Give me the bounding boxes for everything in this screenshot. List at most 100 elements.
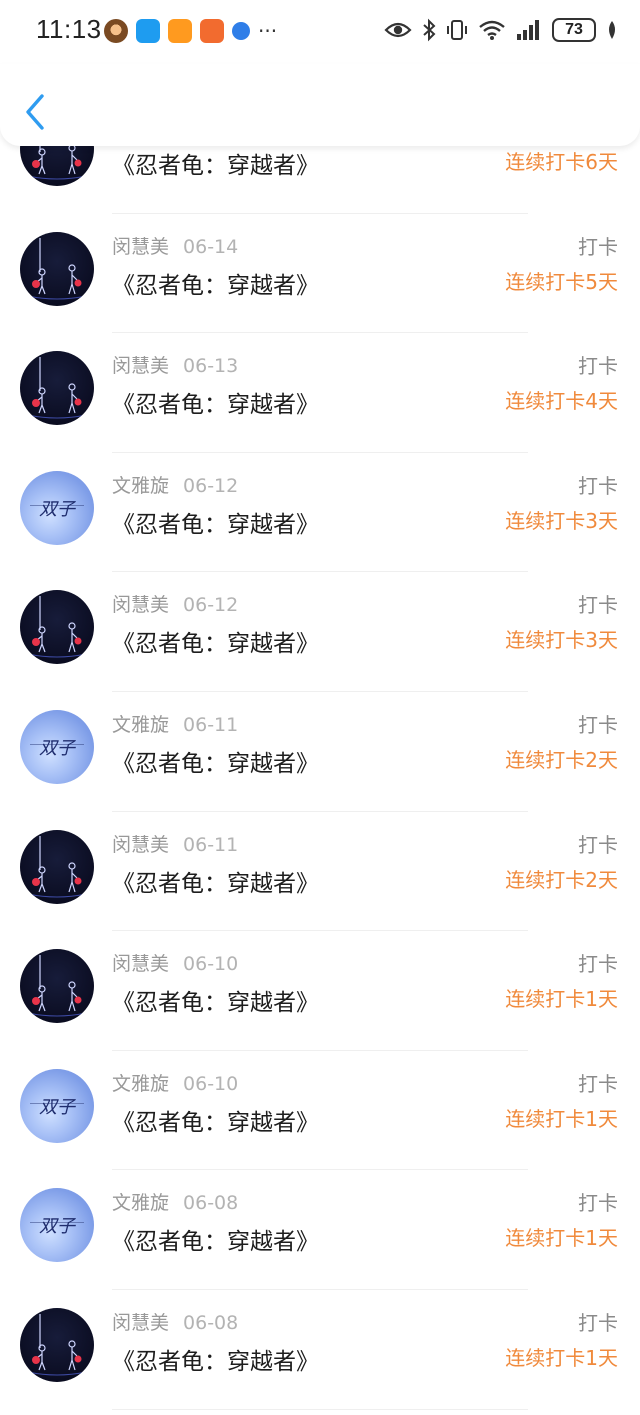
checkin-badge: 打卡 (578, 832, 618, 857)
avatar-text: 双子 (39, 1216, 77, 1237)
avatar-blue[interactable]: 双子 (20, 709, 94, 784)
checkin-badge: 打卡 (578, 952, 618, 977)
checkin-row[interactable]: 闵慧美 06-11 《忍者龟：穿越者》 打卡 连续打卡2天 (0, 812, 640, 932)
leaf-icon (606, 17, 618, 43)
user-name: 闵慧美 (112, 235, 170, 258)
streak-label: 连续打卡1天 (505, 1226, 618, 1251)
back-button[interactable] (22, 92, 50, 132)
row-meta: 文雅旋 06-12 (112, 471, 238, 498)
avatar-text: 双子 (39, 1097, 77, 1118)
user-name: 闵慧美 (112, 1311, 170, 1334)
book-title: 《忍者龟：穿越者》 (112, 272, 319, 299)
bluetooth-icon (422, 17, 436, 43)
browser-app-icon (232, 22, 250, 40)
post-date: 06-14 (183, 235, 239, 258)
checkin-badge: 打卡 (578, 473, 618, 498)
avatar-text: 双子 (39, 738, 77, 759)
post-date: 06-10 (183, 953, 239, 976)
checkin-badge: 打卡 (578, 354, 618, 379)
book-title: 《忍者龟：穿越者》 (112, 990, 319, 1017)
streak-label: 连续打卡3天 (505, 508, 618, 533)
post-date: 06-10 (183, 1072, 239, 1095)
checkin-row[interactable]: 闵慧美 06-10 《忍者龟：穿越者》 打卡 连续打卡1天 (0, 931, 640, 1051)
eye-icon (384, 17, 412, 43)
user-name: 文雅旋 (112, 474, 170, 497)
post-date: 06-11 (183, 713, 239, 736)
book-title: 《忍者龟：穿越者》 (112, 1229, 319, 1256)
checkin-row[interactable]: 闵慧美 06-14 《忍者龟：穿越者》 打卡 连续打卡5天 (0, 214, 640, 334)
row-meta: 闵慧美 06-08 (112, 1308, 238, 1335)
chevron-left-icon (26, 94, 44, 130)
user-name: 文雅旋 (112, 1072, 170, 1095)
notification-icons: ··· (104, 19, 277, 43)
post-date: 06-08 (183, 1192, 239, 1215)
wifi-icon (478, 17, 506, 43)
user-name: 文雅旋 (112, 713, 170, 736)
user-name: 闵慧美 (112, 833, 170, 856)
book-title: 《忍者龟：穿越者》 (112, 392, 319, 419)
book-title: 《忍者龟：穿越者》 (112, 1109, 319, 1136)
post-date: 06-13 (183, 355, 239, 378)
row-meta: 闵慧美 06-13 (112, 351, 238, 378)
status-time: 11:13 (36, 14, 102, 44)
checkin-row[interactable]: 双子 文雅旋 06-11 《忍者龟：穿越者》 打卡 连续打卡2天 (0, 692, 640, 812)
checkin-row[interactable]: 闵慧美 06-12 《忍者龟：穿越者》 打卡 连续打卡3天 (0, 572, 640, 692)
avatar-dark[interactable] (20, 351, 94, 426)
checkin-badge: 打卡 (578, 593, 618, 618)
checkin-row[interactable]: 双子 文雅旋 06-10 《忍者龟：穿越者》 打卡 连续打卡1天 (0, 1051, 640, 1171)
book-title: 《忍者龟：穿越者》 (112, 511, 319, 538)
checkin-list: 闵慧美今天 03:46 《忍者龟：穿越者》 打卡 连续打卡6天 闵慧美 06-14… (0, 146, 640, 1415)
avatar-dark[interactable] (20, 146, 94, 186)
checkin-badge: 打卡 (578, 1191, 618, 1216)
streak-label: 连续打卡2天 (505, 867, 618, 892)
navigation-bar (0, 64, 640, 146)
status-bar: 11:13 ··· 73 (0, 0, 640, 64)
more-notifications-icon: ··· (258, 19, 278, 43)
avatar-dark[interactable] (20, 231, 94, 306)
streak-label: 连续打卡1天 (505, 1345, 618, 1370)
streak-label: 连续打卡1天 (505, 1106, 618, 1131)
row-meta: 文雅旋 06-11 (112, 710, 238, 737)
streak-label: 连续打卡6天 (505, 150, 618, 174)
avatar-dark[interactable] (20, 829, 94, 904)
book-title: 《忍者龟：穿越者》 (112, 870, 319, 897)
book-title: 《忍者龟：穿越者》 (112, 153, 319, 179)
row-meta: 文雅旋 06-08 (112, 1188, 238, 1215)
vibrate-icon (446, 17, 468, 43)
book-title: 《忍者龟：穿越者》 (112, 750, 319, 777)
streak-label: 连续打卡2天 (505, 747, 618, 772)
checkin-badge: 打卡 (578, 712, 618, 737)
streak-label: 连续打卡1天 (505, 987, 618, 1012)
avatar-blue[interactable]: 双子 (20, 470, 94, 545)
checkin-row[interactable]: 闵慧美 06-13 《忍者龟：穿越者》 打卡 连续打卡4天 (0, 333, 640, 453)
checkin-row[interactable]: 闵慧美 06-08 《忍者龟：穿越者》 打卡 连续打卡1天 (0, 1290, 640, 1410)
checkin-row[interactable]: 闵慧美今天 03:46 《忍者龟：穿越者》 打卡 连续打卡6天 (0, 146, 640, 214)
post-date: 06-12 (183, 594, 239, 617)
checkin-list-inner: 闵慧美今天 03:46 《忍者龟：穿越者》 打卡 连续打卡6天 闵慧美 06-14… (0, 146, 640, 1410)
row-meta: 闵慧美 06-11 (112, 830, 238, 857)
book-title: 《忍者龟：穿越者》 (112, 1348, 319, 1375)
avatar-blue[interactable]: 双子 (20, 1188, 94, 1263)
monkey-app-icon (104, 19, 128, 43)
user-name: 闵慧美 (112, 953, 170, 976)
checkin-badge: 打卡 (578, 1310, 618, 1335)
checkin-row[interactable]: 双子 文雅旋 06-12 《忍者龟：穿越者》 打卡 连续打卡3天 (0, 453, 640, 573)
book-title: 《忍者龟：穿越者》 (112, 631, 319, 658)
system-status-icons: 73 (384, 17, 618, 43)
checkin-badge: 打卡 (578, 1071, 618, 1096)
battery-icon: 73 (552, 18, 596, 42)
checkin-badge: 打卡 (578, 234, 618, 259)
avatar-dark[interactable] (20, 590, 94, 665)
user-name: 文雅旋 (112, 1192, 170, 1215)
avatar-dark[interactable] (20, 1307, 94, 1382)
avatar-dark[interactable] (20, 949, 94, 1024)
row-meta: 闵慧美 06-10 (112, 949, 238, 976)
checkin-row[interactable]: 双子 文雅旋 06-08 《忍者龟：穿越者》 打卡 连续打卡1天 (0, 1170, 640, 1290)
chat-app-icon (136, 19, 160, 43)
note-app-icon (168, 19, 192, 43)
signal-icon (516, 17, 542, 43)
post-date: 06-12 (183, 474, 239, 497)
user-name: 闵慧美 (112, 355, 170, 378)
avatar-blue[interactable]: 双子 (20, 1068, 94, 1143)
streak-label: 连续打卡4天 (505, 389, 618, 414)
